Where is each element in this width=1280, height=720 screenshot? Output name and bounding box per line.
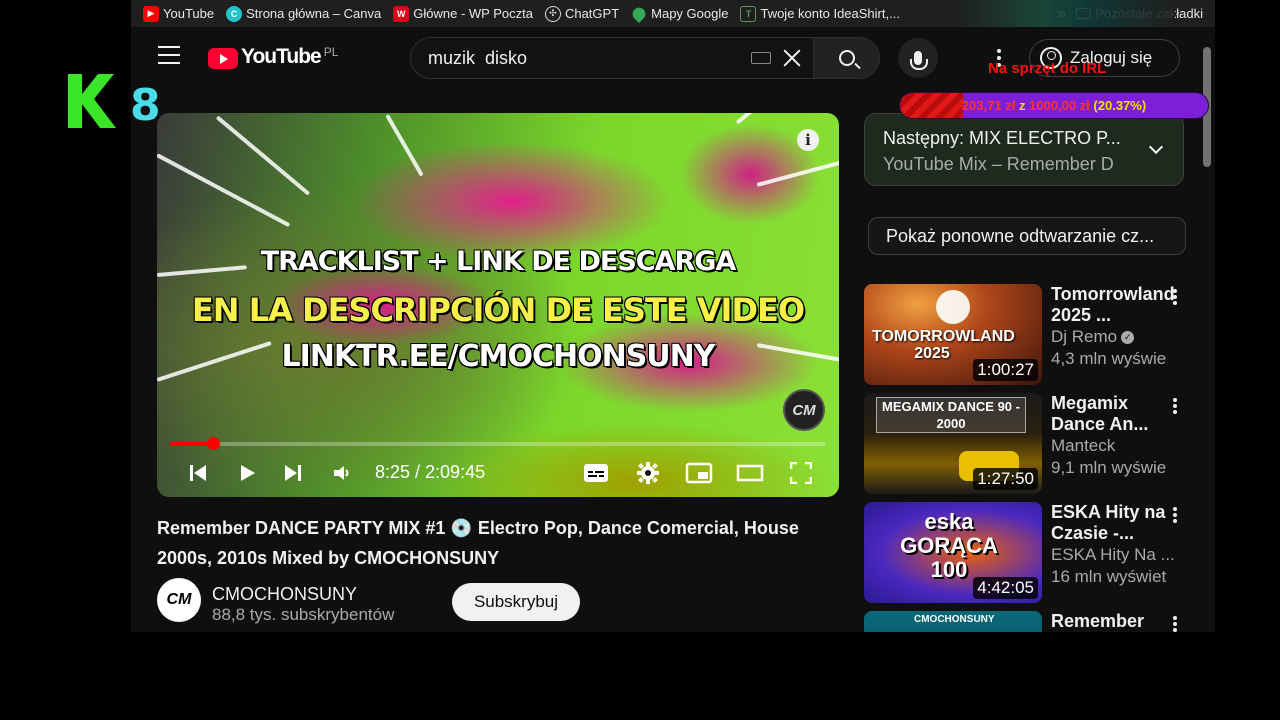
video-overlay-line-3: LINKTR.EE/CMOCHONSUNY [281,339,716,374]
speed-ray [385,114,424,177]
recommendation-item[interactable]: eska GORĄCA 100 4:42:05 ESKA Hity na Cza… [864,502,1194,603]
bookmark-chatgpt[interactable]: ✣ ChatGPT [544,5,619,22]
subscriber-count: 88,8 tys. subskrybentów [212,605,395,624]
info-icon[interactable]: i [797,129,819,151]
more-actions-icon[interactable] [1173,398,1177,414]
previous-icon[interactable] [188,463,208,483]
bookmark-youtube[interactable]: ▶ YouTube [143,5,214,22]
chatgpt-icon: ✣ [544,5,561,22]
shirt-icon: T [740,5,757,22]
keyboard-icon[interactable] [751,52,771,64]
search-button[interactable] [813,38,879,78]
bookmarks-bar: ▶ YouTube C Strona główna – Canva W Głów… [131,0,1215,27]
clear-search-icon[interactable] [779,45,805,71]
video-title: Remember DANCE PARTY MIX #1 💿 Electro Po… [157,518,799,568]
hamburger-menu-icon[interactable] [158,46,180,64]
video-player[interactable]: i TRACKLIST + LINK DE DESCARGA EN LA DES… [157,113,839,497]
k-logo-icon [68,74,116,128]
recommendation-title: Megamix Dance An... [1051,393,1149,434]
speed-ray [756,159,839,187]
search-input[interactable] [411,47,751,69]
bookmark-canva[interactable]: C Strona główna – Canva [226,5,381,22]
wp-icon: W [393,5,410,22]
thumbnail-text: MEGAMIX DANCE 90 - 2000 [876,397,1026,433]
video-thumbnail[interactable]: eska GORĄCA 100 4:42:05 [864,502,1042,603]
theme-decoration [955,0,1175,27]
voice-search-button[interactable] [898,38,938,78]
play-icon[interactable] [237,463,257,483]
progress-scrubber[interactable] [206,437,220,450]
search-box [410,37,880,79]
canva-icon: C [226,5,243,22]
youtube-play-icon [208,48,238,69]
recommendation-views: 16 mln wyświet [1051,567,1167,586]
maps-pin-icon [630,4,649,23]
bookmark-ideashirt[interactable]: T Twoje konto IdeaShirt,... [740,5,900,22]
recommendation-item[interactable]: MEGAMIX DANCE 90 - 2000 1:27:50 Megamix … [864,393,1194,494]
thumbnail-text: CMOCHONSUNY [914,614,995,625]
youtube-logo[interactable]: YouTube PL [208,45,338,69]
video-duration: 1:27:50 [973,468,1038,490]
video-thumbnail[interactable]: TOMORROWLAND 2025 1:00:27 [864,284,1042,385]
recommendation-channel: Dj Remo ✓ [1051,327,1186,347]
subtitles-icon[interactable] [583,462,609,484]
recommendation-title: Remember [1051,611,1145,631]
bookmark-google-maps[interactable]: Mapy Google [630,4,728,23]
channel-watermark[interactable]: CM [783,389,825,431]
fullscreen-icon[interactable] [790,462,812,484]
progress-bar[interactable] [170,437,825,450]
volume-icon[interactable] [332,463,352,483]
video-duration: 1:00:27 [973,359,1038,381]
youtube-icon: ▶ [143,5,159,22]
bookmark-wp-poczta[interactable]: W Główne - WP Poczta [393,5,533,22]
recommendation-channel: Manteck [1051,436,1116,455]
speed-ray [735,113,800,125]
chevron-down-icon[interactable] [1148,139,1164,155]
recommendation-title: ESKA Hity na Czasie -... [1051,502,1166,543]
microphone-icon [910,51,928,70]
show-replay-chip[interactable]: Pokaż ponowne odtwarzanie cz... [868,217,1186,255]
video-overlay-line-1: TRACKLIST + LINK DE DESCARGA [260,246,737,277]
donation-goal-text: 203,71 zł z 1000,00 zł (20.37%) [961,98,1147,113]
channel-avatar[interactable]: CM [157,578,201,622]
next-icon[interactable] [283,463,303,483]
tomorrowland-emblem-icon [936,290,970,324]
video-duration: 4:42:05 [973,577,1038,599]
recommendation-channel: ESKA Hity Na ... [1051,545,1175,564]
recommendation-title: Tomorrowland 2025 ... [1051,284,1175,325]
player-controls: 8:25 / 2:09:45 [157,453,839,493]
recommendation-views: 9,1 mln wyświe [1051,458,1167,477]
recommendation-views: 4,3 mln wyświe [1051,349,1167,368]
time-display: 8:25 / 2:09:45 [375,462,486,482]
more-actions-icon[interactable] [1173,616,1177,632]
subscribe-button[interactable]: Subskrybuj [452,583,580,621]
recommendation-item[interactable]: CMOCHONSUNY Remember [864,611,1194,632]
video-overlay-line-2: EN LA DESCRIPCIÓN DE ESTE VIDEO [191,291,805,329]
up-next-subtitle: YouTube Mix – Remember D [883,154,1114,174]
k-number: 8 [130,80,161,131]
channel-name[interactable]: CMOCHONSUNY [212,584,357,605]
thumbnail-text: TOMORROWLAND 2025 [872,328,1015,362]
up-next-panel[interactable]: Następny: MIX ELECTRO P... YouTube Mix –… [864,113,1184,186]
more-actions-icon[interactable] [1173,289,1177,305]
recommendation-item[interactable]: TOMORROWLAND 2025 1:00:27 Tomorrowland 2… [864,284,1194,385]
search-icon [838,50,855,66]
miniplayer-icon[interactable] [685,462,713,484]
donation-goal-bar: 203,71 zł z 1000,00 zł (20.37%) [899,92,1209,119]
thumbnail-text: eska GORĄCA 100 [900,509,998,582]
more-actions-icon[interactable] [1173,507,1177,523]
speed-ray [215,115,311,196]
settings-gear-icon[interactable] [636,461,660,485]
donation-goal-label: Na sprzęt do IRL [988,60,1107,77]
theater-mode-icon[interactable] [736,463,764,483]
video-thumbnail[interactable]: CMOCHONSUNY [864,611,1042,632]
verified-badge-icon: ✓ [1121,331,1135,345]
video-thumbnail[interactable]: MEGAMIX DANCE 90 - 2000 1:27:50 [864,393,1042,494]
up-next-title: Następny: MIX ELECTRO P... [883,128,1121,148]
